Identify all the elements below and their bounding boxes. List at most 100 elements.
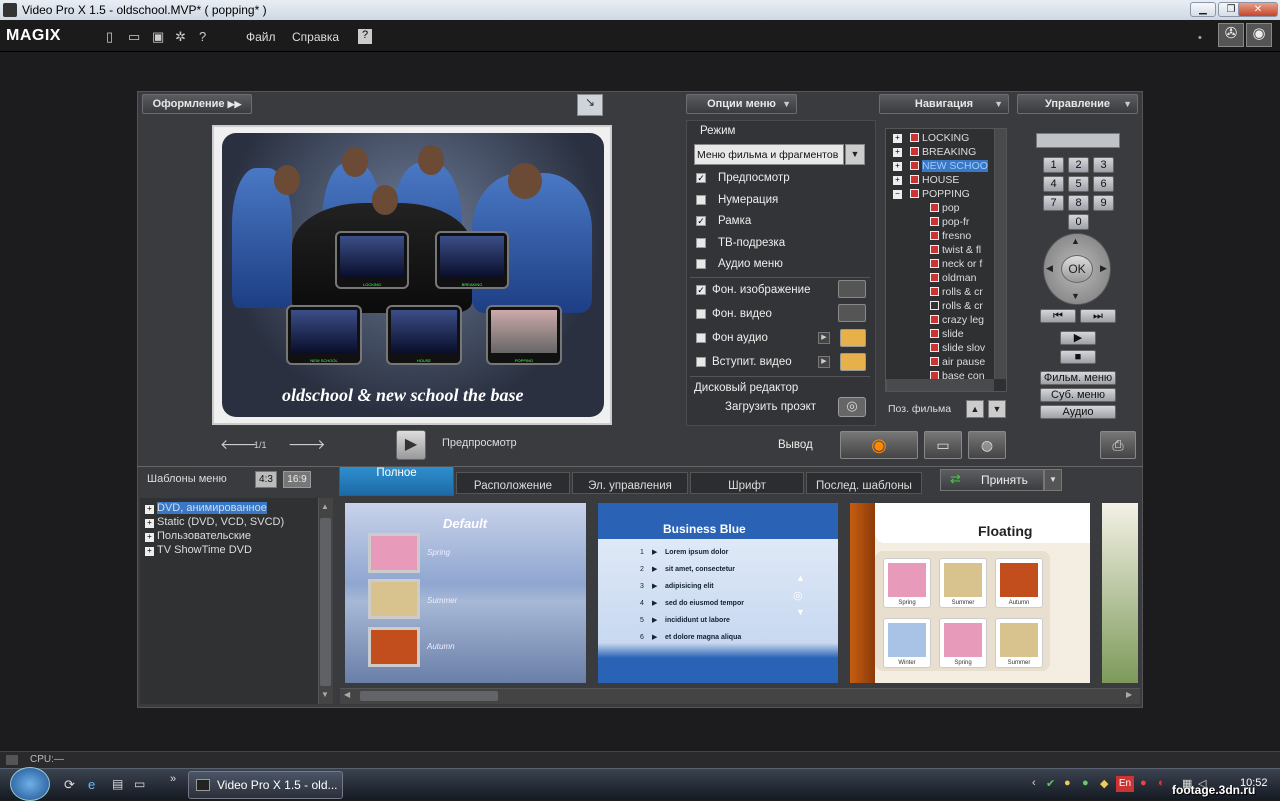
ok-button[interactable]: OK [1061,255,1093,283]
menu-preview[interactable]: LOCKING BREAKING NEW SCHOOL HOUSE POPPIN… [212,125,612,425]
scroll-up-icon[interactable]: ▲ [321,502,329,511]
export-device-button[interactable]: ▭ [924,431,962,459]
tree-item[interactable]: LOCKING [910,132,969,144]
template-category[interactable]: + DVD, анимированное [145,502,267,514]
template-business-blue[interactable]: Business Blue 1 ▶ Lorem ipsum dolor 2 ▶ sit a… [598,503,838,683]
expand-icon[interactable]: + [145,547,154,556]
ratio-16-9-button[interactable]: 16:9 [283,471,311,488]
tree-checkbox[interactable] [930,343,939,352]
tree-checkbox[interactable] [930,301,939,310]
video-folder-icon[interactable] [840,353,866,371]
keypad-button-6[interactable]: 6 [1093,176,1114,192]
new-file-icon[interactable]: ▯ [106,29,120,44]
ratio-4-3-button[interactable]: 4:3 [255,471,277,488]
tray-icon[interactable]: ● [1082,777,1089,789]
scroll-right-icon[interactable]: ▶ [1126,690,1132,699]
keypad-button-7[interactable]: 7 [1043,195,1064,211]
move-down-button[interactable]: ▼ [988,400,1006,418]
open-folder-icon[interactable]: ▭ [128,29,142,44]
chapter-thumb[interactable]: NEW SCHOOL [286,305,362,365]
navigation-dropdown[interactable]: Навигация ▼ [879,94,1009,114]
load-disc-icon[interactable]: ◎ [838,397,866,417]
quicklaunch-icon[interactable]: ⟳ [64,777,75,793]
design-button[interactable]: Оформление ▶▶ [142,94,252,114]
tab-recent-templates[interactable]: Послед. шаблоны [806,472,922,494]
bg-video-checkbox[interactable] [696,309,706,319]
option-checkbox[interactable] [696,194,706,205]
template-floating[interactable]: Floating Spring Summer Autumn Winter Spring S… [850,503,1090,683]
expand-icon[interactable]: + [893,134,902,143]
sub-menu-button[interactable]: Суб. меню [1040,388,1116,402]
language-indicator[interactable]: En [1116,776,1134,792]
tree-subitem[interactable]: rolls & cr [930,286,983,298]
expand-icon[interactable]: + [145,519,154,528]
play-preview-button[interactable]: ▶ [396,430,426,460]
option-checkbox[interactable] [696,237,706,248]
tree-checkbox[interactable] [910,133,919,142]
tree-checkbox[interactable] [930,259,939,268]
template-category[interactable]: + TV ShowTime DVD [145,544,252,556]
keypad-button-1[interactable]: 1 [1043,157,1064,173]
move-up-button[interactable]: ▲ [966,400,984,418]
tree-subitem[interactable]: oldman [930,272,976,284]
filmstrip-icon[interactable] [838,304,866,322]
scroll-left-icon[interactable]: ◀ [344,690,350,699]
tree-subitem[interactable]: slide slov [930,342,985,354]
audio-folder-icon[interactable] [840,329,866,347]
menu-file[interactable]: Файл [246,30,276,44]
tree-checkbox[interactable] [910,175,919,184]
menu-options-dropdown[interactable]: Опции меню ▼ [686,94,797,114]
play-icon[interactable]: ▶ [818,356,830,368]
prev-page-icon[interactable]: 🡐 [220,436,258,453]
expand-icon[interactable]: + [145,505,154,514]
arrow-right-icon[interactable]: ▶ [1100,263,1107,274]
accept-dropdown-icon[interactable]: ▼ [1044,469,1062,491]
expand-icon[interactable]: + [893,176,902,185]
tree-subitem[interactable]: pop-fr [930,216,969,228]
option-checkbox[interactable]: ✓ [696,216,706,226]
print-icon[interactable]: ⎙ [1100,431,1136,459]
tree-item[interactable]: BREAKING [910,146,976,158]
film-menu-button[interactable]: Фильм. меню [1040,371,1116,385]
tree-item[interactable]: POPPING [910,188,970,200]
tree-subitem[interactable]: air pause [930,356,985,368]
keypad-button-0[interactable]: 0 [1068,214,1089,230]
intro-video-checkbox[interactable] [696,357,706,367]
arrow-up-icon[interactable]: ▲ [1071,236,1080,246]
tree-subitem[interactable]: slide [930,328,964,340]
tray-icon[interactable]: ◐ [1158,777,1165,789]
web-export-button[interactable]: ◍ [968,431,1006,459]
template-default[interactable]: Default Spring Summer Autumn [345,503,586,683]
help-book-icon[interactable]: ? [358,29,372,44]
play-button[interactable]: ▶ [1060,331,1096,345]
option-checkbox[interactable] [696,259,706,269]
collapse-icon[interactable]: − [893,190,902,199]
mode-select[interactable]: Меню фильма и фрагментов [694,144,844,165]
tree-subitem[interactable]: twist & fl [930,244,981,256]
arrow-down-icon[interactable]: ▼ [1071,291,1080,301]
bg-audio-checkbox[interactable] [696,333,706,343]
tree-vscrollbar[interactable] [994,129,1006,379]
tab-controls[interactable]: Эл. управления [572,472,688,494]
tray-icon[interactable]: ✔ [1046,777,1055,790]
tree-subitem[interactable]: crazy leg [930,314,984,326]
tree-checkbox[interactable] [930,329,939,338]
chevron-down-icon[interactable]: ▼ [845,144,865,165]
option-checkbox[interactable]: ✓ [696,173,706,183]
keypad-button-9[interactable]: 9 [1093,195,1114,211]
shield-icon[interactable]: ◆ [1100,777,1108,790]
desktop-icon[interactable]: ▭ [134,777,145,791]
skip-forward-button[interactable]: ⏭ [1080,309,1116,323]
chapter-thumb[interactable]: LOCKING [335,231,409,289]
arrow-left-icon[interactable]: ◀ [1046,263,1053,274]
tree-checkbox[interactable] [910,189,919,198]
expand-icon[interactable]: + [893,148,902,157]
tree-subitem[interactable]: neck or f [930,258,982,270]
template-partial[interactable] [1102,503,1138,683]
expand-icon[interactable]: + [145,533,154,542]
tray-icon[interactable]: ● [1140,777,1147,789]
stop-button[interactable]: ■ [1060,350,1096,364]
minimize-button[interactable]: ▁ [1190,2,1216,17]
chapter-thumb[interactable]: POPPING [486,305,562,365]
keypad-button-8[interactable]: 8 [1068,195,1089,211]
